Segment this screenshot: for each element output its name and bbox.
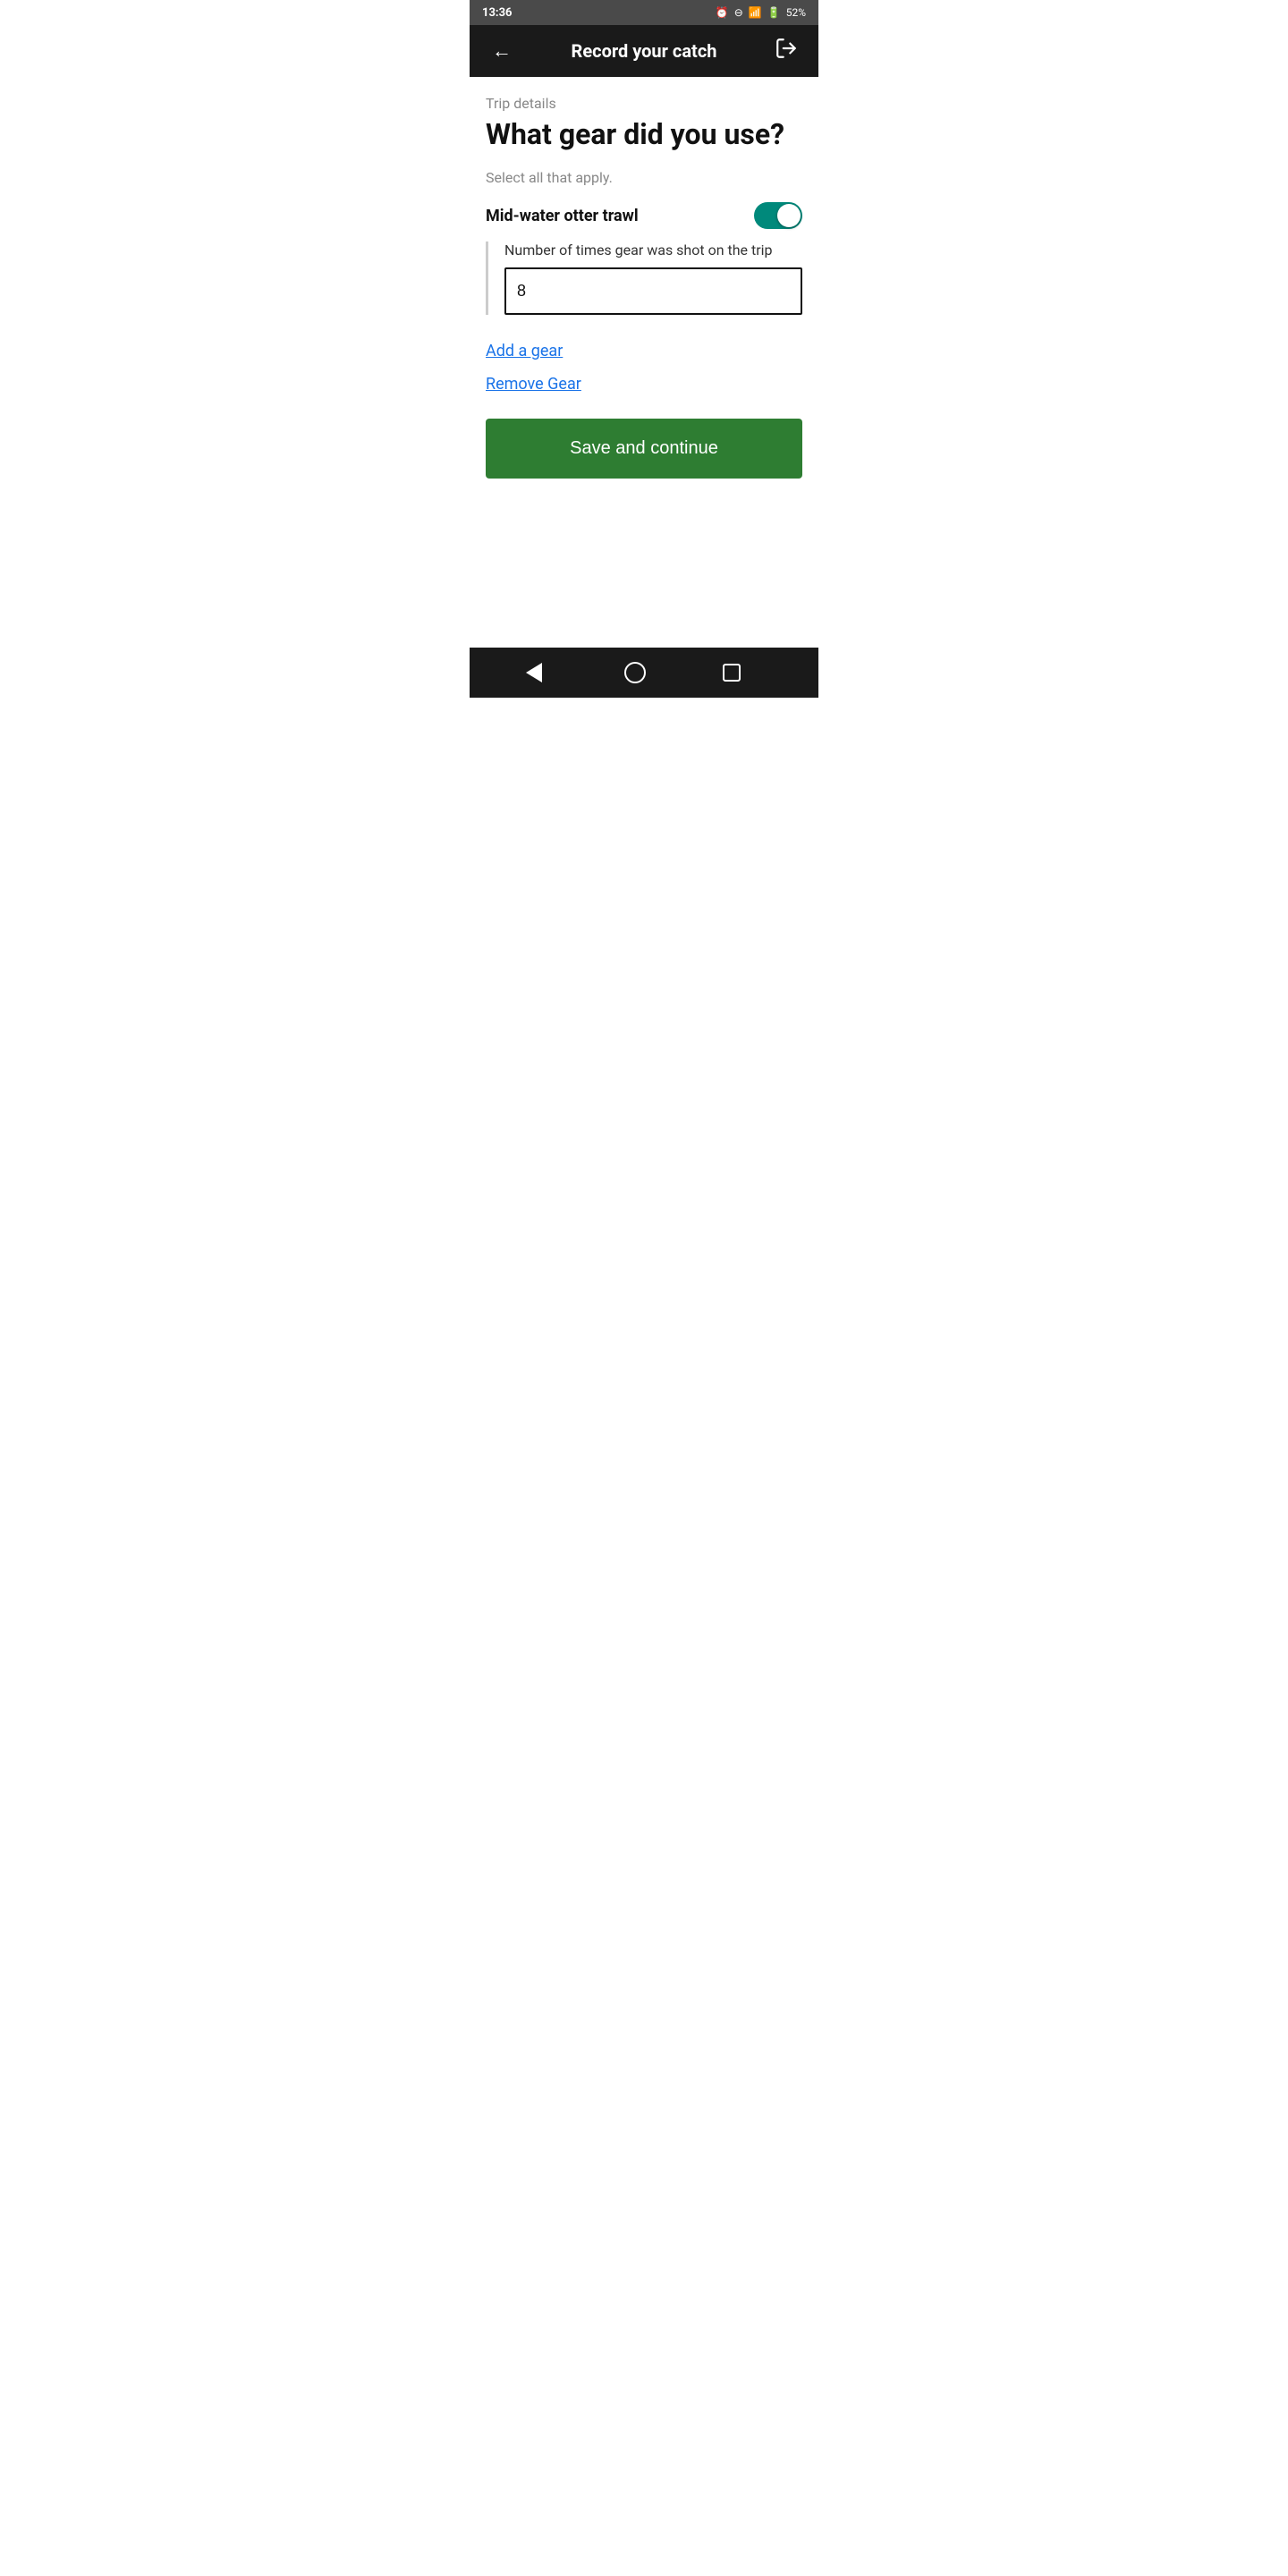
bottom-nav <box>470 648 818 698</box>
links-section: Add a gear Remove Gear <box>486 342 802 394</box>
battery-icon: 🔋 <box>767 6 781 19</box>
bottom-recent-button[interactable] <box>723 664 762 682</box>
remove-gear-link[interactable]: Remove Gear <box>486 375 802 394</box>
trip-details-label: Trip details <box>486 95 802 112</box>
logout-button[interactable] <box>770 37 802 65</box>
gear-shots-input[interactable] <box>504 267 802 315</box>
dnd-icon: ⊖ <box>734 6 743 19</box>
signal-icon: 📶 <box>749 6 762 19</box>
add-gear-link[interactable]: Add a gear <box>486 342 802 360</box>
gear-row: Mid-water otter trawl <box>486 202 802 229</box>
battery-percent: 52% <box>786 6 806 19</box>
home-circle-icon <box>624 662 646 683</box>
nav-bar: ← Record your catch <box>470 25 818 77</box>
back-button[interactable]: ← <box>486 39 518 63</box>
status-icons: ⏰ ⊖ 📶 🔋 52% <box>716 6 806 19</box>
page-heading: What gear did you use? <box>486 117 802 151</box>
toggle-track <box>754 202 802 229</box>
bottom-home-button[interactable] <box>624 662 664 683</box>
status-time: 13:36 <box>482 6 513 20</box>
recent-square-icon <box>723 664 741 682</box>
nav-title: Record your catch <box>518 40 770 62</box>
bottom-back-button[interactable] <box>526 663 565 682</box>
alarm-icon: ⏰ <box>716 6 729 19</box>
toggle-thumb <box>777 204 801 227</box>
gear-detail-section: Number of times gear was shot on the tri… <box>486 242 802 315</box>
status-bar: 13:36 ⏰ ⊖ 📶 🔋 52% <box>470 0 818 25</box>
back-triangle-icon <box>526 663 542 682</box>
gear-name: Mid-water otter trawl <box>486 207 639 225</box>
main-content: Trip details What gear did you use? Sele… <box>470 77 818 648</box>
select-instruction: Select all that apply. <box>486 169 802 186</box>
gear-detail-label: Number of times gear was shot on the tri… <box>504 242 802 258</box>
gear-toggle[interactable] <box>754 202 802 229</box>
save-continue-button[interactable]: Save and continue <box>486 419 802 479</box>
